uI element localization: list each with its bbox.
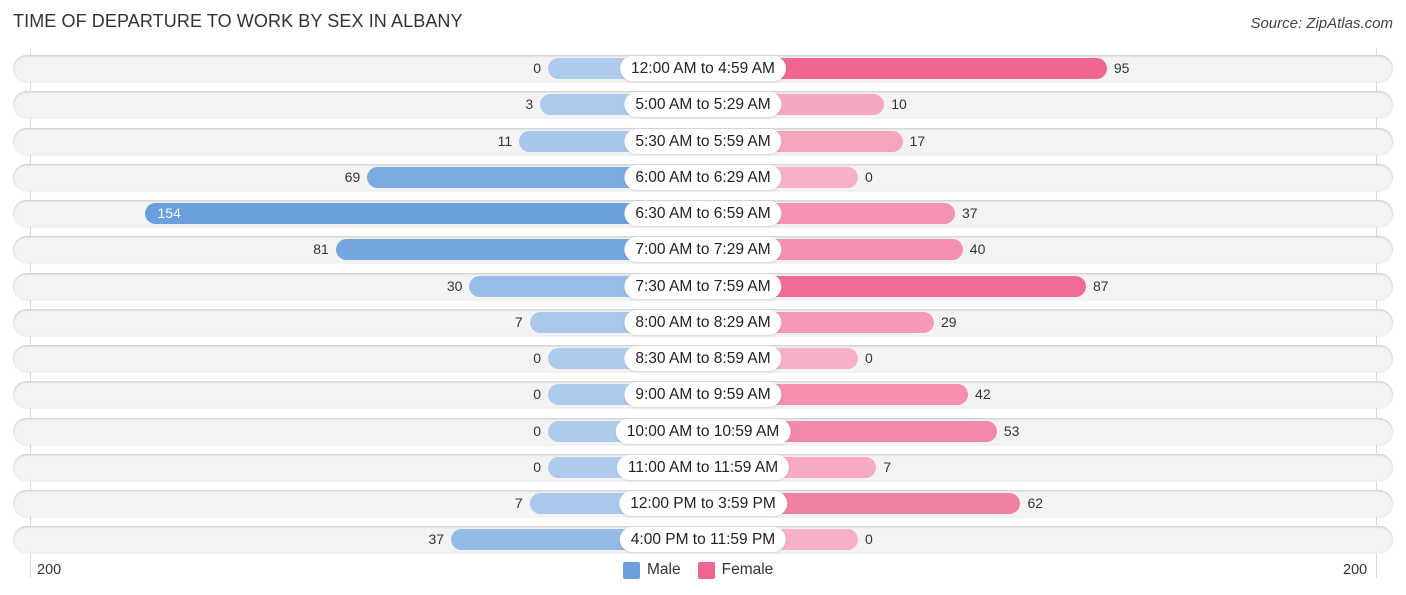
- category-label: 8:30 AM to 8:59 AM: [624, 346, 782, 371]
- chart-row: 9:00 AM to 9:59 AM 0 42: [13, 381, 1393, 408]
- chart-row: 10:00 AM to 10:59 AM 0 53: [13, 418, 1393, 445]
- male-value-label: 7: [514, 314, 523, 330]
- right-axis-tick: 200: [1343, 562, 1368, 578]
- male-value-label: 154: [157, 205, 181, 221]
- male-value-label: 0: [533, 60, 541, 76]
- chart-title: TIME OF DEPARTURE TO WORK BY SEX IN ALBA…: [13, 11, 463, 31]
- legend-item-male[interactable]: Male: [623, 561, 681, 579]
- category-label: 7:30 AM to 7:59 AM: [624, 274, 782, 299]
- chart-row: 6:00 AM to 6:29 AM 69 0: [13, 164, 1393, 191]
- male-value-label: 0: [533, 386, 541, 402]
- category-label: 8:00 AM to 8:29 AM: [624, 310, 782, 335]
- male-value-label: 0: [533, 459, 541, 475]
- category-label: 5:30 AM to 5:59 AM: [624, 129, 782, 154]
- chart-row: 6:30 AM to 6:59 AM 154 37: [13, 200, 1393, 227]
- legend-label-male: Male: [647, 561, 681, 578]
- male-bar[interactable]: [144, 203, 703, 224]
- male-value-label: 81: [313, 241, 329, 257]
- chart-row: 5:00 AM to 5:29 AM 3 10: [13, 91, 1393, 118]
- legend: Male Female: [623, 561, 790, 579]
- category-label: 9:00 AM to 9:59 AM: [624, 382, 782, 407]
- left-axis-tick: 200: [37, 562, 62, 578]
- female-value-label: 95: [1113, 60, 1130, 76]
- chart-row: 12:00 PM to 3:59 PM 7 62: [13, 490, 1393, 517]
- chart-row: 8:30 AM to 8:59 AM 0 0: [13, 345, 1393, 372]
- female-value-label: 40: [969, 241, 986, 257]
- female-value-label: 0: [865, 169, 873, 185]
- legend-label-female: Female: [721, 561, 774, 578]
- male-value-label: 30: [446, 278, 463, 294]
- category-label: 7:00 AM to 7:29 AM: [624, 237, 782, 262]
- chart-row: 12:00 AM to 4:59 AM 0 95: [13, 55, 1393, 82]
- male-value-label: 69: [344, 169, 361, 185]
- female-value-label: 0: [865, 531, 873, 547]
- female-value-label: 53: [1003, 423, 1020, 439]
- chart-row: 7:30 AM to 7:59 AM 30 87: [13, 273, 1393, 300]
- male-value-label: 0: [533, 350, 541, 366]
- female-value-label: 10: [891, 96, 907, 112]
- chart-row: 5:30 AM to 5:59 AM 11 17: [13, 128, 1393, 155]
- female-value-label: 62: [1027, 495, 1044, 511]
- category-label: 12:00 PM to 3:59 PM: [619, 491, 787, 516]
- category-label: 10:00 AM to 10:59 AM: [615, 419, 791, 444]
- chart-row: 7:00 AM to 7:29 AM 81 40: [13, 236, 1393, 263]
- category-label: 11:00 AM to 11:59 AM: [616, 455, 790, 480]
- male-value-label: 7: [514, 495, 523, 511]
- female-value-label: 17: [909, 133, 926, 149]
- chart-row: 4:00 PM to 11:59 PM 37 0: [13, 526, 1393, 553]
- male-value-label: 37: [428, 531, 445, 547]
- male-value-label: 3: [525, 96, 534, 112]
- legend-item-female[interactable]: Female: [697, 561, 774, 579]
- female-value-label: 0: [865, 350, 873, 366]
- source-label: Source: ZipAtlas.com: [1250, 15, 1393, 32]
- chart-row: 11:00 AM to 11:59 AM 0 7: [13, 454, 1393, 481]
- chart-row: 8:00 AM to 8:29 AM 7 29: [13, 309, 1393, 336]
- female-value-label: 7: [883, 459, 892, 475]
- legend-swatch-male: [623, 561, 640, 579]
- category-label: 5:00 AM to 5:29 AM: [624, 92, 782, 117]
- category-label: 4:00 PM to 11:59 PM: [619, 527, 787, 552]
- female-value-label: 29: [940, 314, 957, 330]
- female-value-label: 37: [961, 205, 978, 221]
- category-label: 12:00 AM to 4:59 AM: [620, 56, 786, 81]
- category-label: 6:00 AM to 6:29 AM: [624, 165, 782, 190]
- female-value-label: 87: [1092, 278, 1109, 294]
- category-label: 6:30 AM to 6:59 AM: [624, 201, 782, 226]
- male-value-label: 11: [497, 133, 513, 149]
- legend-swatch-female: [697, 561, 715, 579]
- female-value-label: 42: [975, 386, 991, 402]
- male-value-label: 0: [533, 423, 541, 439]
